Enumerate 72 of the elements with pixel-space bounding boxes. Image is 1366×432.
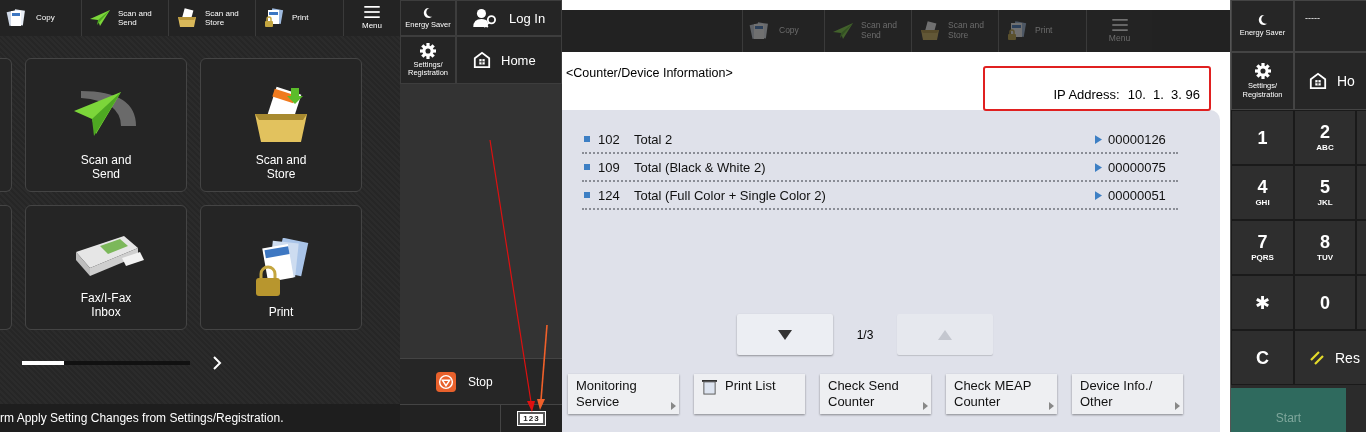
home-icon — [1309, 72, 1327, 90]
input-mode-indicator[interactable]: 123 — [518, 412, 545, 425]
keypad-key[interactable]: 1 — [1231, 110, 1294, 165]
more-arrow-icon — [923, 402, 928, 410]
moon-icon — [423, 6, 433, 19]
counter-name: Total (Black & White 2) — [634, 159, 767, 175]
more-arrow-icon — [1175, 402, 1180, 410]
keypad-key[interactable]: 2 ABC — [1294, 110, 1356, 165]
option-button[interactable]: Check MEAP Counter — [946, 374, 1057, 414]
box-icon — [918, 20, 942, 42]
documents-lock-icon — [1005, 20, 1029, 42]
bullet-icon — [584, 136, 590, 142]
home-icon — [473, 51, 491, 69]
counter-name: Total (Full Color + Single Color 2) — [634, 187, 827, 203]
user-name: ----- — [1305, 13, 1320, 23]
pointer-icon — [1095, 190, 1102, 200]
stop-icon — [436, 371, 456, 392]
home-button[interactable]: Home — [456, 36, 562, 84]
counter-value: 00000051 — [1108, 187, 1167, 203]
scroll-down-button[interactable] — [737, 314, 833, 355]
counter-name: Total 2 — [634, 131, 674, 147]
function-tile[interactable]: Print — [200, 205, 362, 330]
pointer-icon — [1095, 162, 1102, 172]
moon-icon — [1257, 14, 1268, 27]
double-slash-icon — [1309, 349, 1325, 366]
menu-icon — [364, 5, 380, 18]
keypad-key[interactable]: 0 — [1294, 275, 1356, 330]
up-arrow-icon — [938, 329, 952, 340]
counter-value: 00000075 — [1108, 159, 1167, 175]
keypad-key[interactable]: 4 GHI — [1231, 165, 1294, 220]
status-message: rm Apply Setting Changes from Settings/Registration. — [0, 411, 284, 425]
ip-address-label: IP Address: — [1053, 87, 1120, 102]
keypad-key[interactable]: ✱ — [1231, 275, 1294, 330]
bullet-icon — [584, 164, 590, 170]
counter-value: 00000126 — [1108, 131, 1167, 147]
option-button[interactable]: Check Send Counter — [820, 374, 931, 414]
function-tile[interactable]: Fax/I-Fax Inbox — [25, 205, 187, 330]
option-button[interactable]: Print List — [694, 374, 805, 414]
home-button[interactable]: Ho — [1294, 52, 1366, 110]
option-button[interactable]: Device Info./ Other — [1072, 374, 1183, 414]
settings-icon — [1254, 63, 1271, 80]
documents-lock-icon — [262, 7, 286, 29]
option-button[interactable]: Monitoring Service — [568, 374, 679, 414]
box-icon — [175, 7, 199, 29]
more-arrow-icon — [1049, 402, 1054, 410]
counter-number: 102 — [598, 131, 621, 147]
partial-tile[interactable] — [0, 58, 12, 192]
stop-button[interactable]: Stop — [400, 358, 562, 404]
counter-number: 109 — [598, 159, 621, 175]
keypad-key[interactable]: 5 JKL — [1294, 165, 1356, 220]
partial-key[interactable] — [1356, 110, 1366, 165]
user-key-icon — [473, 8, 499, 28]
ip-address-value: 10. 1. 3. 96 — [1127, 87, 1200, 102]
bullet-icon — [584, 192, 590, 198]
function-tile[interactable]: Scan and Send — [25, 58, 187, 192]
page-number: 1/3 — [855, 327, 875, 342]
more-arrow-icon — [671, 402, 676, 410]
pointer-icon — [1095, 134, 1102, 144]
next-page-icon[interactable] — [212, 354, 222, 371]
document-icon — [702, 380, 717, 395]
reset-button[interactable]: Res — [1294, 330, 1366, 385]
counter-number: 124 — [598, 187, 621, 203]
settings-icon — [420, 42, 436, 59]
keypad-key[interactable]: C — [1231, 330, 1294, 385]
log-in-button[interactable]: Log In — [456, 0, 562, 36]
keypad-key[interactable]: 8 TUV — [1294, 220, 1356, 275]
partial-tile[interactable] — [0, 205, 12, 330]
screen-title: <Counter/Device Information> — [566, 66, 733, 82]
function-tile[interactable]: Scan and Store — [200, 58, 362, 192]
down-arrow-icon — [778, 329, 792, 340]
menu-icon — [1111, 18, 1128, 31]
keypad-key[interactable]: 7 PQRS — [1231, 220, 1294, 275]
